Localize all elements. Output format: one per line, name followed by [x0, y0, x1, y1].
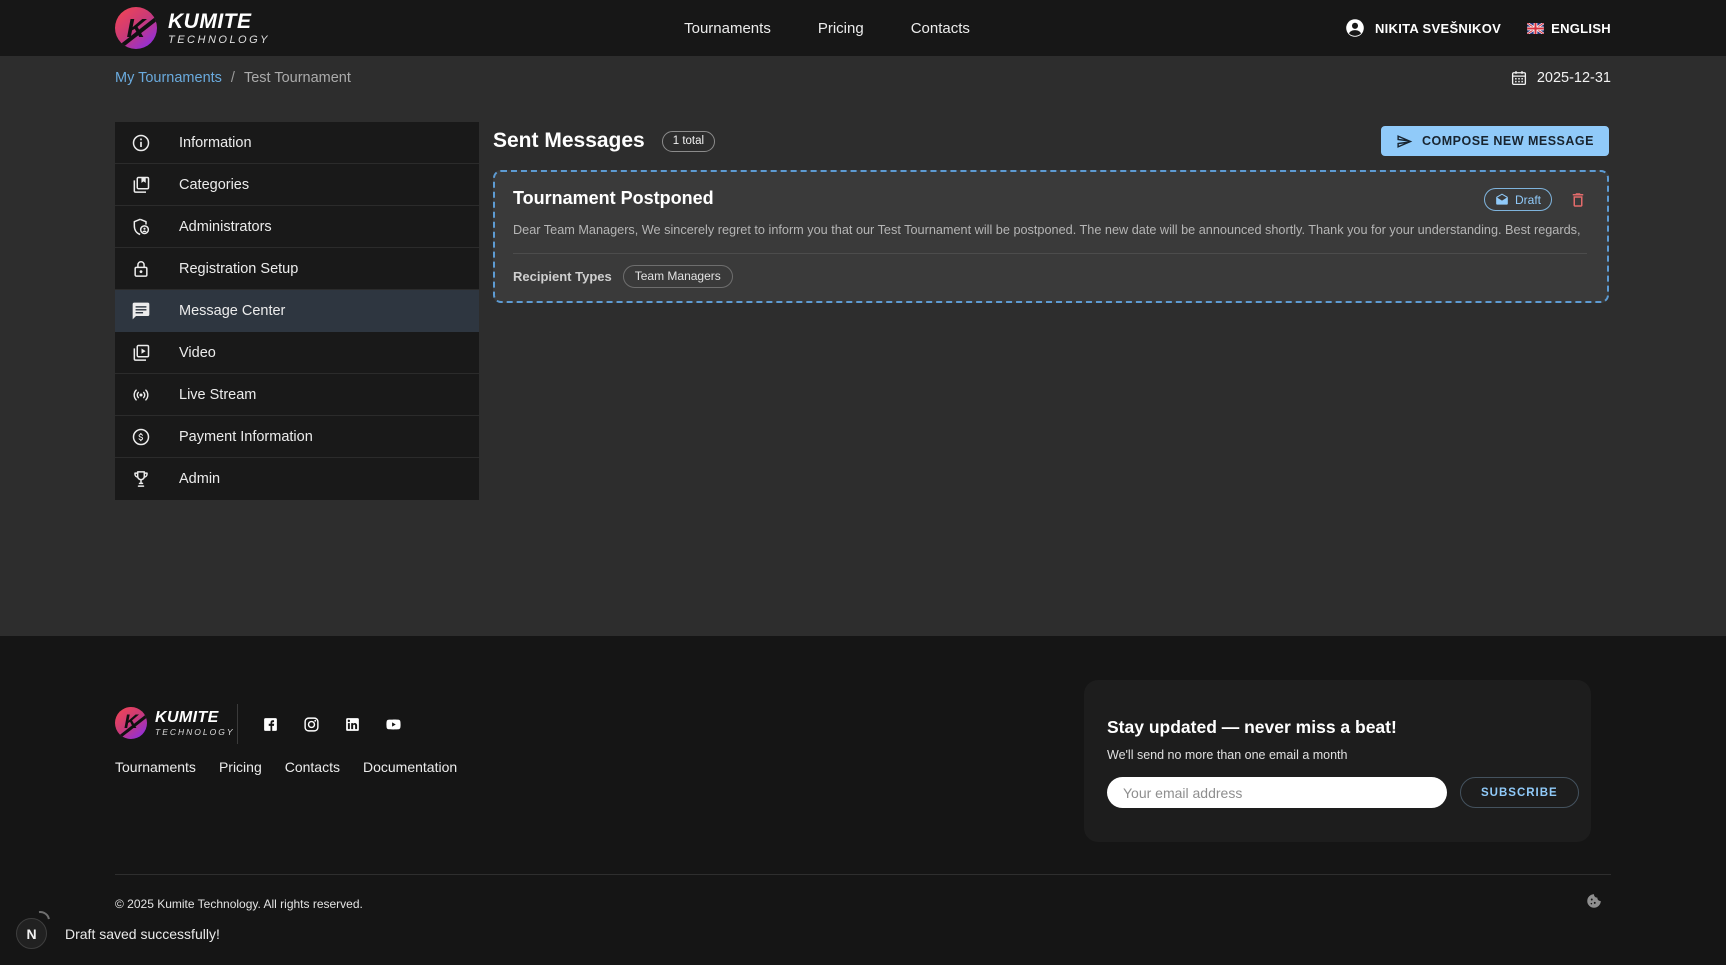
- lock-icon: [131, 259, 151, 279]
- breadcrumb: My Tournaments / Test Tournament: [115, 70, 351, 86]
- message-center-panel: Sent Messages 1 total COMPOSE NEW MESSAG…: [493, 126, 1609, 303]
- dollar-icon: [131, 427, 151, 447]
- sidebar-label: Live Stream: [179, 387, 256, 403]
- sidebar-item-live-stream[interactable]: Live Stream: [115, 374, 479, 416]
- draft-status-badge: Draft: [1484, 188, 1552, 211]
- brand-logo-icon: K: [115, 7, 157, 49]
- info-icon: [131, 133, 151, 153]
- top-navbar: K KUMITE TECHNOLOGY Tournaments Pricing …: [0, 0, 1726, 56]
- copyright-text: © 2025 Kumite Technology. All rights res…: [115, 897, 363, 911]
- footer-logo-icon: K: [115, 707, 147, 739]
- recipient-chip-team-managers: Team Managers: [623, 265, 733, 288]
- send-icon: [1396, 133, 1413, 150]
- footer-vertical-divider: [237, 704, 238, 744]
- admin-shield-icon: [131, 217, 151, 237]
- footer-nav: Tournaments Pricing Contacts Documentati…: [115, 759, 457, 775]
- nav-link-contacts[interactable]: Contacts: [911, 20, 970, 37]
- brand-name: KUMITE: [168, 11, 270, 32]
- total-count-badge: 1 total: [662, 131, 715, 152]
- main-nav: Tournaments Pricing Contacts: [684, 20, 970, 37]
- sidebar-label: Registration Setup: [179, 261, 298, 277]
- footer-link-pricing[interactable]: Pricing: [219, 759, 262, 775]
- newsletter-subtitle: We'll send no more than one email a mont…: [1107, 748, 1591, 762]
- footer-link-contacts[interactable]: Contacts: [285, 759, 340, 775]
- brand-logo[interactable]: K KUMITE TECHNOLOGY: [115, 7, 270, 49]
- sidebar-label: Payment Information: [179, 429, 313, 445]
- trophy-icon: [131, 469, 151, 489]
- newsletter-title: Stay updated — never miss a beat!: [1107, 717, 1591, 738]
- recipient-types-label: Recipient Types: [513, 269, 612, 284]
- message-divider: [513, 253, 1587, 254]
- delete-message-button[interactable]: [1569, 190, 1587, 210]
- cookie-icon[interactable]: [1585, 892, 1603, 910]
- newsletter-card: Stay updated — never miss a beat! We'll …: [1084, 680, 1591, 842]
- footer-brand-tagline: TECHNOLOGY: [155, 728, 235, 737]
- draft-message-card[interactable]: Tournament Postponed Draft Dear T: [493, 170, 1609, 303]
- page-footer: K KUMITE TECHNOLOGY: [0, 636, 1726, 965]
- footer-link-documentation[interactable]: Documentation: [363, 759, 457, 775]
- page-title: Sent Messages: [493, 129, 645, 153]
- user-name: NIKITA SVEŠNIKOV: [1375, 21, 1501, 36]
- sidebar-item-message-center[interactable]: Message Center: [115, 290, 479, 332]
- nav-link-tournaments[interactable]: Tournaments: [684, 20, 771, 37]
- message-body: Dear Team Managers, We sincerely regret …: [513, 222, 1587, 240]
- instagram-icon[interactable]: [303, 716, 320, 733]
- account-circle-icon: [1344, 17, 1366, 39]
- message-title: Tournament Postponed: [513, 188, 714, 209]
- date-value: 2025-12-31: [1537, 70, 1611, 86]
- sidebar-item-information[interactable]: Information: [115, 122, 479, 164]
- breadcrumb-current: Test Tournament: [244, 70, 351, 86]
- sidebar-item-video[interactable]: Video: [115, 332, 479, 374]
- video-library-icon: [131, 343, 151, 363]
- toast-notification: N Draft saved successfully!: [16, 918, 220, 949]
- sidebar-label: Administrators: [179, 219, 272, 235]
- breadcrumb-my-tournaments[interactable]: My Tournaments: [115, 70, 222, 86]
- uk-flag-icon: [1527, 23, 1544, 34]
- devtools-n-button[interactable]: N: [16, 918, 47, 949]
- breadcrumb-separator: /: [231, 70, 235, 86]
- compose-button-label: COMPOSE NEW MESSAGE: [1422, 134, 1594, 148]
- footer-social-links: [262, 716, 402, 733]
- draft-label: Draft: [1515, 193, 1541, 207]
- sidebar-item-admin[interactable]: Admin: [115, 458, 479, 500]
- tournament-date[interactable]: 2025-12-31: [1510, 69, 1611, 87]
- newsletter-email-input[interactable]: [1107, 777, 1447, 808]
- footer-link-tournaments[interactable]: Tournaments: [115, 759, 196, 775]
- calendar-icon: [1510, 69, 1528, 87]
- sidebar-item-administrators[interactable]: Administrators: [115, 206, 479, 248]
- live-signal-icon: [131, 385, 151, 405]
- categories-icon: [131, 175, 151, 195]
- footer-divider: [115, 874, 1611, 875]
- brand-tagline: TECHNOLOGY: [168, 35, 270, 46]
- subscribe-button[interactable]: SUBSCRIBE: [1460, 777, 1579, 808]
- chat-icon: [131, 301, 151, 321]
- toast-message: Draft saved successfully!: [65, 926, 220, 942]
- sidebar-label: Categories: [179, 177, 249, 193]
- nav-link-pricing[interactable]: Pricing: [818, 20, 864, 37]
- breadcrumb-row: My Tournaments / Test Tournament 2025-12…: [115, 56, 1611, 100]
- footer-brand-name: KUMITE: [155, 710, 235, 726]
- drafts-envelope-icon: [1495, 193, 1509, 207]
- sidebar-item-payment-information[interactable]: Payment Information: [115, 416, 479, 458]
- sidebar-item-categories[interactable]: Categories: [115, 164, 479, 206]
- sidebar-label: Video: [179, 345, 216, 361]
- compose-new-message-button[interactable]: COMPOSE NEW MESSAGE: [1381, 126, 1609, 156]
- linkedin-icon[interactable]: [344, 716, 361, 733]
- language-selector[interactable]: ENGLISH: [1527, 21, 1611, 36]
- user-menu[interactable]: NIKITA SVEŠNIKOV: [1344, 17, 1501, 39]
- language-label: ENGLISH: [1551, 21, 1611, 36]
- navbar-right: NIKITA SVEŠNIKOV ENGLISH: [1344, 17, 1611, 39]
- sidebar-label: Information: [179, 135, 252, 151]
- facebook-icon[interactable]: [262, 716, 279, 733]
- footer-brand-monogram: K: [124, 712, 138, 734]
- sidebar-label: Admin: [179, 471, 220, 487]
- sidebar-label: Message Center: [179, 303, 285, 319]
- youtube-icon[interactable]: [385, 716, 402, 733]
- sidebar-item-registration-setup[interactable]: Registration Setup: [115, 248, 479, 290]
- tournament-sidebar: Information Categories Administrators: [115, 122, 479, 500]
- footer-logo[interactable]: K KUMITE TECHNOLOGY: [115, 707, 235, 739]
- brand-monogram: K: [127, 13, 146, 44]
